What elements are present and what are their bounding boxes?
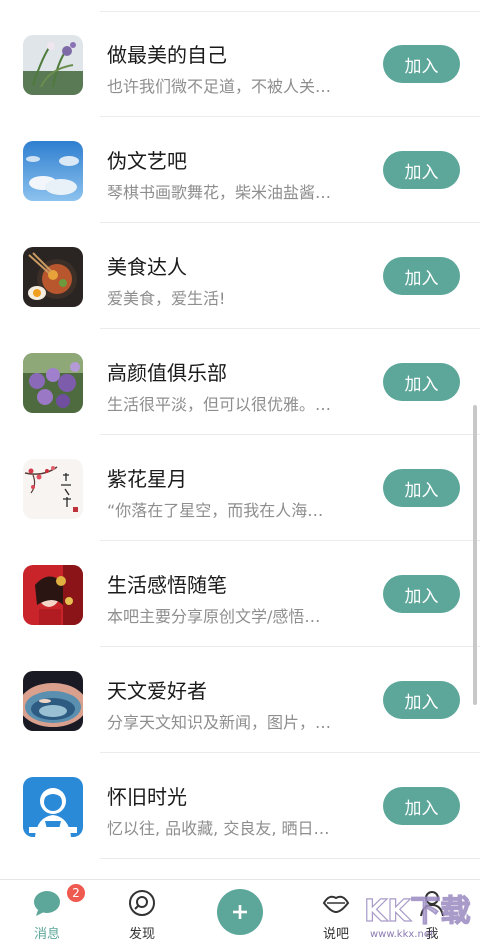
tab-messages[interactable]: 2 消息 <box>12 880 86 945</box>
divider <box>100 858 480 859</box>
sky-avatar[interactable] <box>23 141 83 201</box>
group-row[interactable]: 做最美的自己 也许我们微不足道，不被人关… 加入 <box>0 11 480 117</box>
tab-discover[interactable]: 发现 <box>107 880 177 945</box>
group-desc: 分享天文知识及新闻，图片，… <box>107 713 332 732</box>
join-button[interactable]: 加入 <box>383 575 460 613</box>
group-title: 怀旧时光 <box>107 785 187 809</box>
group-desc: 忆以往, 品收藏, 交良友, 晒日… <box>107 819 330 838</box>
lips-icon <box>321 888 351 918</box>
compass-icon <box>127 888 157 918</box>
portrait-avatar[interactable] <box>23 565 83 625</box>
message-bubble-icon <box>32 888 62 918</box>
group-row[interactable]: 紫花星月 “你落在了星空，而我在人海… 加入 <box>0 435 480 541</box>
group-title: 伪文艺吧 <box>107 149 187 173</box>
join-button[interactable]: 加入 <box>383 681 460 719</box>
group-title: 美食达人 <box>107 255 187 279</box>
flowers-avatar[interactable] <box>23 353 83 413</box>
group-list: 做最美的自己 也许我们微不足道，不被人关… 加入 伪文艺吧 琴棋书画歌舞花，柴米… <box>0 0 480 878</box>
group-desc: 爱美食，爱生活! <box>107 289 226 308</box>
group-desc: 生活很平淡，但可以很优雅。… <box>107 395 332 414</box>
group-desc: “你落在了星空，而我在人海… <box>107 501 324 520</box>
join-button[interactable]: 加入 <box>383 257 460 295</box>
group-title: 高颜值俱乐部 <box>107 361 227 385</box>
group-row[interactable]: 天文爱好者 分享天文知识及新闻，图片，… 加入 <box>0 647 480 753</box>
vintage-avatar[interactable] <box>23 777 83 837</box>
group-desc: 本吧主要分享原创文学/感悟… <box>107 607 321 626</box>
unread-badge: 2 <box>66 883 86 903</box>
plum-blossom-avatar[interactable] <box>23 459 83 519</box>
join-button[interactable]: 加入 <box>383 469 460 507</box>
watermark-text: www.kkx.net <box>370 929 434 940</box>
group-row[interactable]: 美食达人 爱美食，爱生活! 加入 <box>0 223 480 329</box>
svg-text:KK下载: KK下载 <box>364 894 471 929</box>
scrollbar[interactable] <box>473 405 477 705</box>
group-row[interactable]: 怀旧时光 忆以往, 品收藏, 交良友, 晒日… 加入 <box>0 753 480 859</box>
post-button[interactable] <box>217 889 263 935</box>
group-title: 紫花星月 <box>107 467 187 491</box>
planet-avatar[interactable] <box>23 671 83 731</box>
group-row[interactable]: 伪文艺吧 琴棋书画歌舞花，柴米油盐酱… 加入 <box>0 117 480 223</box>
orchid-avatar[interactable] <box>23 35 83 95</box>
food-avatar[interactable] <box>23 247 83 307</box>
group-title: 生活感悟随笔 <box>107 573 227 597</box>
join-button[interactable]: 加入 <box>383 363 460 401</box>
group-title: 天文爱好者 <box>107 679 207 703</box>
join-button[interactable]: 加入 <box>383 151 460 189</box>
group-row[interactable]: 高颜值俱乐部 生活很平淡，但可以很优雅。… 加入 <box>0 329 480 435</box>
group-title: 做最美的自己 <box>107 43 227 67</box>
group-desc: 琴棋书画歌舞花，柴米油盐酱… <box>107 183 332 202</box>
join-button[interactable]: 加入 <box>383 787 460 825</box>
plus-icon <box>233 905 247 919</box>
join-button[interactable]: 加入 <box>383 45 460 83</box>
group-row[interactable]: 生活感悟随笔 本吧主要分享原创文学/感悟… 加入 <box>0 541 480 647</box>
tab-label: 消息 <box>33 927 60 942</box>
tab-label: 发现 <box>128 927 155 942</box>
group-desc: 也许我们微不足道，不被人关… <box>107 77 332 96</box>
